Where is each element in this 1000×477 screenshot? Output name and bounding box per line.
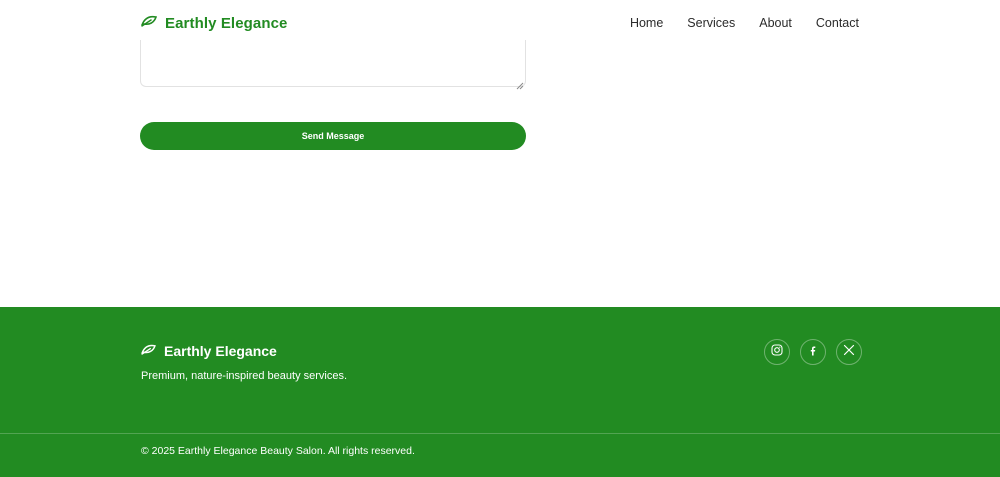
footer-brand[interactable]: Earthly Elegance xyxy=(141,342,277,360)
nav-services[interactable]: Services xyxy=(687,16,735,30)
nav-home[interactable]: Home xyxy=(630,16,663,30)
send-message-button[interactable]: Send Message xyxy=(140,122,526,150)
brand-logo[interactable]: Earthly Elegance xyxy=(141,14,288,32)
facebook-icon xyxy=(809,343,817,361)
brand-name: Earthly Elegance xyxy=(165,14,288,32)
main-nav: Home Services About Contact xyxy=(630,16,859,30)
nav-about[interactable]: About xyxy=(759,16,792,30)
footer-tagline: Premium, nature-inspired beauty services… xyxy=(141,370,348,382)
copyright-text: © 2025 Earthly Elegance Beauty Salon. Al… xyxy=(141,445,415,457)
message-textarea[interactable] xyxy=(140,40,526,87)
social-links xyxy=(764,339,862,365)
resize-grip-icon[interactable] xyxy=(516,77,524,90)
footer-brand-name: Earthly Elegance xyxy=(164,343,277,359)
leaf-icon xyxy=(141,14,158,32)
instagram-icon xyxy=(771,343,783,361)
site-footer: Earthly Elegance Premium, nature-inspire… xyxy=(0,307,1000,477)
nav-contact[interactable]: Contact xyxy=(816,16,859,30)
x-twitter-icon xyxy=(843,343,855,361)
instagram-link[interactable] xyxy=(764,339,790,365)
facebook-link[interactable] xyxy=(800,339,826,365)
footer-divider xyxy=(0,433,1000,434)
leaf-icon xyxy=(141,342,156,360)
x-twitter-link[interactable] xyxy=(836,339,862,365)
